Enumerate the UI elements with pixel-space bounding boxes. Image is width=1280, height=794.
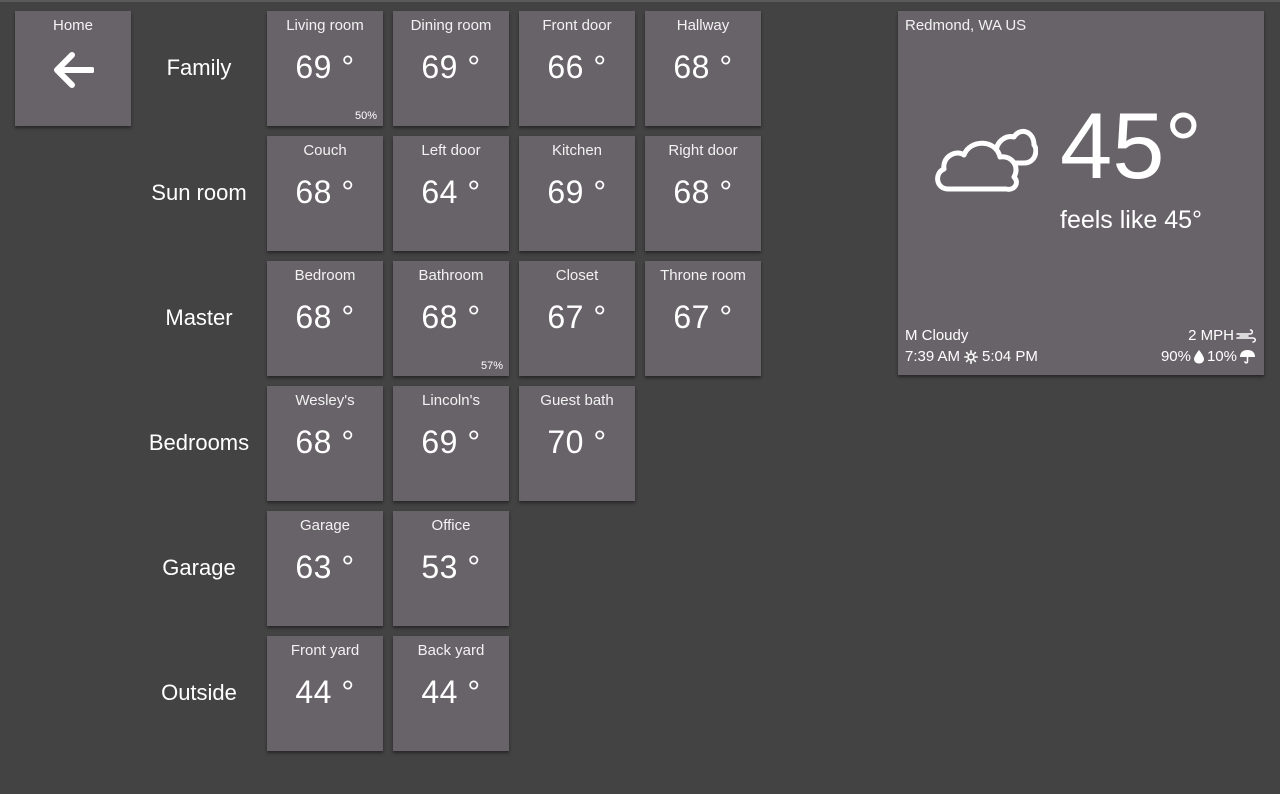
room-tile-living-room[interactable]: Living room 69 ° 50% xyxy=(267,11,383,126)
room-tile-kitchen[interactable]: Kitchen 69 ° xyxy=(519,136,635,251)
umbrella-icon xyxy=(1240,350,1255,364)
room-tile-bedroom[interactable]: Bedroom 68 ° xyxy=(267,261,383,376)
room-tile-lincolns[interactable]: Lincoln's 69 ° xyxy=(393,386,509,501)
room-tile-hallway[interactable]: Hallway 68 ° xyxy=(645,11,761,126)
sunrise-time: 7:39 AM xyxy=(905,348,961,365)
room-name: Couch xyxy=(303,142,347,159)
room-tile-left-door[interactable]: Left door 64 ° xyxy=(393,136,509,251)
room-humidity: 57% xyxy=(480,360,503,372)
room-name: Living room xyxy=(286,17,364,34)
feels-like: feels like 45° xyxy=(1060,206,1203,234)
room-temperature: 68 ° xyxy=(295,424,355,460)
group-label-bedrooms: Bedrooms xyxy=(148,430,250,455)
room-tile-front-yard[interactable]: Front yard 44 ° xyxy=(267,636,383,751)
room-name: Garage xyxy=(299,517,351,534)
room-temperature: 44 ° xyxy=(295,674,355,710)
room-tile-throne-room[interactable]: Throne room 67 ° xyxy=(645,261,761,376)
room-temperature: 69 ° xyxy=(421,49,481,85)
home-label: Home xyxy=(52,17,93,34)
room-tile-back-yard[interactable]: Back yard 44 ° xyxy=(393,636,509,751)
sunset-time: 5:04 PM xyxy=(982,348,1038,365)
room-tile-front-door[interactable]: Front door 66 ° xyxy=(519,11,635,126)
room-name: Closet xyxy=(555,267,599,284)
room-temperature: 69 ° xyxy=(547,174,607,210)
room-temperature: 69 ° xyxy=(295,49,355,85)
cloudy-icon xyxy=(935,128,1038,192)
group-label-sun-room: Sun room xyxy=(151,180,247,205)
room-temperature: 68 ° xyxy=(295,174,355,210)
room-name: Left door xyxy=(421,142,481,159)
sun-icon xyxy=(964,349,979,364)
water-drop-icon xyxy=(1193,350,1204,364)
group-label-master: Master xyxy=(165,305,233,330)
room-name: Office xyxy=(431,517,471,534)
room-temperature: 70 ° xyxy=(547,424,607,460)
room-temperature: 69 ° xyxy=(421,424,481,460)
room-temperature: 44 ° xyxy=(421,674,481,710)
wind-info: 2 MPH xyxy=(1188,327,1256,344)
room-name: Wesley's xyxy=(295,392,355,409)
top-border xyxy=(0,0,1280,2)
room-temperature: 63 ° xyxy=(295,549,355,585)
current-temperature: 45° xyxy=(1060,93,1203,198)
room-temperature: 68 ° xyxy=(295,299,355,335)
room-tile-garage[interactable]: Garage 63 ° xyxy=(267,511,383,626)
room-temperature: 53 ° xyxy=(421,549,481,585)
room-tile-bathroom[interactable]: Bathroom 68 ° 57% xyxy=(393,261,509,376)
room-name: Throne room xyxy=(660,267,746,284)
precip-chance: 10% xyxy=(1206,348,1237,365)
group-label-garage: Garage xyxy=(162,555,236,580)
room-name: Back yard xyxy=(417,642,485,659)
room-name: Bathroom xyxy=(418,267,484,284)
room-temperature: 68 ° xyxy=(673,174,733,210)
back-arrow-icon xyxy=(54,52,94,88)
weather-location: Redmond, WA US xyxy=(905,17,1027,34)
room-humidity: 50% xyxy=(354,110,377,122)
room-temperature: 67 ° xyxy=(673,299,733,335)
humidity-value: 90% xyxy=(1160,348,1191,365)
group-label-outside: Outside xyxy=(161,680,237,705)
room-tile-guest-bath[interactable]: Guest bath 70 ° xyxy=(519,386,635,501)
room-name: Dining room xyxy=(410,17,492,34)
precipitation-info: 90% 10% xyxy=(1161,348,1256,365)
wind-icon xyxy=(1236,328,1256,343)
room-temperature: 68 ° xyxy=(673,49,733,85)
room-name: Lincoln's xyxy=(422,392,480,409)
room-name: Front door xyxy=(542,17,612,34)
group-label-family: Family xyxy=(166,55,232,80)
weather-condition: M Cloudy xyxy=(905,327,969,344)
room-name: Guest bath xyxy=(540,392,614,409)
weather-panel[interactable]: Redmond, WA US 45° feels like 45° M Clou… xyxy=(898,11,1264,375)
room-name: Front yard xyxy=(290,642,360,659)
wind-speed: 2 MPH xyxy=(1188,327,1234,344)
room-tile-office[interactable]: Office 53 ° xyxy=(393,511,509,626)
room-name: Kitchen xyxy=(551,142,603,159)
home-button[interactable]: Home xyxy=(15,11,131,126)
room-name: Right door xyxy=(668,142,738,159)
room-temperature: 64 ° xyxy=(421,174,481,210)
room-tile-wesleys[interactable]: Wesley's 68 ° xyxy=(267,386,383,501)
room-temperature: 66 ° xyxy=(547,49,607,85)
room-name: Hallway xyxy=(676,17,730,34)
room-name: Bedroom xyxy=(294,267,356,284)
room-temperature: 68 ° xyxy=(421,299,481,335)
room-tile-dining-room[interactable]: Dining room 69 ° xyxy=(393,11,509,126)
room-tile-closet[interactable]: Closet 67 ° xyxy=(519,261,635,376)
room-tile-couch[interactable]: Couch 68 ° xyxy=(267,136,383,251)
room-temperature: 67 ° xyxy=(547,299,607,335)
sun-times: 7:39 AM 5:04 PM xyxy=(905,348,1038,365)
room-tile-right-door[interactable]: Right door 68 ° xyxy=(645,136,761,251)
